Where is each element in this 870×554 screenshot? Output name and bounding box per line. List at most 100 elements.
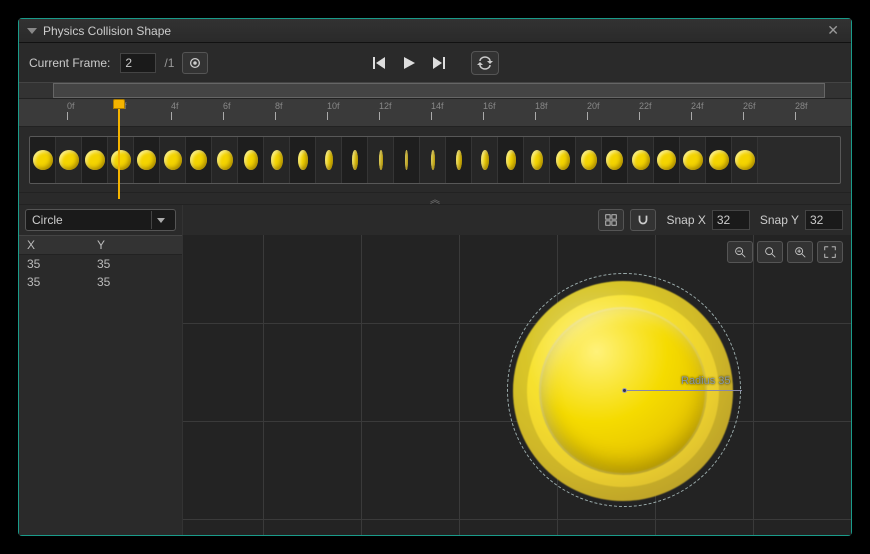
frame-cell[interactable] [264, 137, 290, 183]
zoom-reset-button[interactable] [757, 241, 783, 263]
frame-strip[interactable] [29, 136, 841, 184]
canvas[interactable]: Radius 35 [183, 235, 851, 535]
frame-cell[interactable] [82, 137, 108, 183]
frame-cell[interactable] [654, 137, 680, 183]
cell-y: 35 [97, 257, 167, 271]
close-icon[interactable]: ✕ [823, 22, 843, 39]
coin-icon [271, 150, 283, 170]
coin-icon [657, 150, 676, 170]
ruler-mark [223, 112, 224, 120]
coin-icon [137, 150, 156, 170]
collapse-handle[interactable]: ︽ [19, 193, 851, 205]
ruler-mark [431, 112, 432, 120]
frame-cell[interactable] [602, 137, 628, 183]
frame-cell[interactable] [160, 137, 186, 183]
frame-cell[interactable] [30, 137, 56, 183]
scrub-range[interactable] [53, 83, 825, 98]
frame-cell[interactable] [108, 137, 134, 183]
frame-cell[interactable] [576, 137, 602, 183]
ruler-tick: 20f [587, 101, 600, 120]
play-button[interactable] [401, 55, 417, 71]
last-frame-button[interactable] [431, 55, 447, 71]
playhead[interactable] [113, 99, 125, 109]
frame-cell[interactable] [524, 137, 550, 183]
center-handle[interactable] [622, 388, 627, 393]
frame-cell[interactable] [290, 137, 316, 183]
ruler-mark [171, 112, 172, 120]
coin-icon [632, 150, 650, 170]
snap-y-input[interactable] [805, 210, 843, 230]
coin-icon [431, 150, 435, 170]
ruler-label: 8f [275, 101, 283, 111]
ruler-label: 24f [691, 101, 704, 111]
scrub-bar[interactable] [19, 83, 851, 99]
coin-icon [481, 150, 489, 170]
ruler-mark [639, 112, 640, 120]
coin-icon [164, 150, 182, 170]
coin-icon [85, 150, 105, 170]
ruler-label: 6f [223, 101, 231, 111]
ruler-label: 4f [171, 101, 179, 111]
fullscreen-button[interactable] [817, 241, 843, 263]
ruler-mark [535, 112, 536, 120]
first-frame-button[interactable] [371, 55, 387, 71]
ruler-mark [795, 112, 796, 120]
ruler-label: 18f [535, 101, 548, 111]
zoom-tools [727, 241, 843, 263]
zoom-out-button[interactable] [727, 241, 753, 263]
xy-row[interactable]: 35 35 [19, 255, 182, 273]
frame-cell[interactable] [56, 137, 82, 183]
ruler-tick: 12f [379, 101, 392, 120]
coin-icon [581, 150, 597, 170]
ruler-label: 14f [431, 101, 444, 111]
xy-row[interactable]: 35 35 [19, 273, 182, 291]
grid-toggle-button[interactable] [598, 209, 624, 231]
ruler-tick: 4f [171, 101, 179, 120]
timeline-ruler[interactable]: 0f2f4f6f8f10f12f14f16f18f20f22f24f26f28f [19, 99, 851, 127]
frame-cell[interactable] [186, 137, 212, 183]
frame-toolbar: Current Frame: /1 [19, 43, 851, 83]
frame-cell[interactable] [394, 137, 420, 183]
frame-cell[interactable] [420, 137, 446, 183]
current-frame-input[interactable] [120, 53, 156, 73]
frame-cell[interactable] [706, 137, 732, 183]
frame-cell[interactable] [368, 137, 394, 183]
ruler-mark [379, 112, 380, 120]
frame-cell[interactable] [550, 137, 576, 183]
frame-cell[interactable] [134, 137, 160, 183]
frame-cell[interactable] [238, 137, 264, 183]
snap-y-label: Snap Y [760, 213, 799, 227]
snap-x-input[interactable] [712, 210, 750, 230]
loop-button[interactable] [471, 51, 499, 75]
frame-cell[interactable] [212, 137, 238, 183]
frame-cell[interactable] [472, 137, 498, 183]
coin-icon [325, 150, 333, 170]
frame-cell[interactable] [680, 137, 706, 183]
canvas-panel: Snap X Snap Y Radius 35 [183, 205, 851, 535]
frame-cell[interactable] [316, 137, 342, 183]
ruler-tick: 14f [431, 101, 444, 120]
ruler-label: 20f [587, 101, 600, 111]
target-icon[interactable] [182, 52, 208, 74]
radius-line[interactable] [624, 390, 742, 391]
shape-type-combo[interactable]: Circle [25, 209, 176, 231]
playback-controls [371, 51, 499, 75]
titlebar: Physics Collision Shape ✕ [19, 19, 851, 43]
ruler-tick: 22f [639, 101, 652, 120]
frame-cell[interactable] [342, 137, 368, 183]
coin-icon [506, 150, 516, 170]
frame-cell[interactable] [732, 137, 758, 183]
frame-strip-area [19, 127, 851, 193]
xy-header: X Y [19, 235, 182, 255]
collapse-panel-icon[interactable] [27, 28, 37, 34]
ruler-mark [327, 112, 328, 120]
snap-toggle-button[interactable] [630, 209, 656, 231]
zoom-in-button[interactable] [787, 241, 813, 263]
frame-cell[interactable] [446, 137, 472, 183]
ruler-label: 26f [743, 101, 756, 111]
frame-cell[interactable] [628, 137, 654, 183]
col-y-label: Y [97, 238, 167, 252]
coin-icon [217, 150, 233, 170]
frame-cell[interactable] [498, 137, 524, 183]
ruler-tick: 26f [743, 101, 756, 120]
